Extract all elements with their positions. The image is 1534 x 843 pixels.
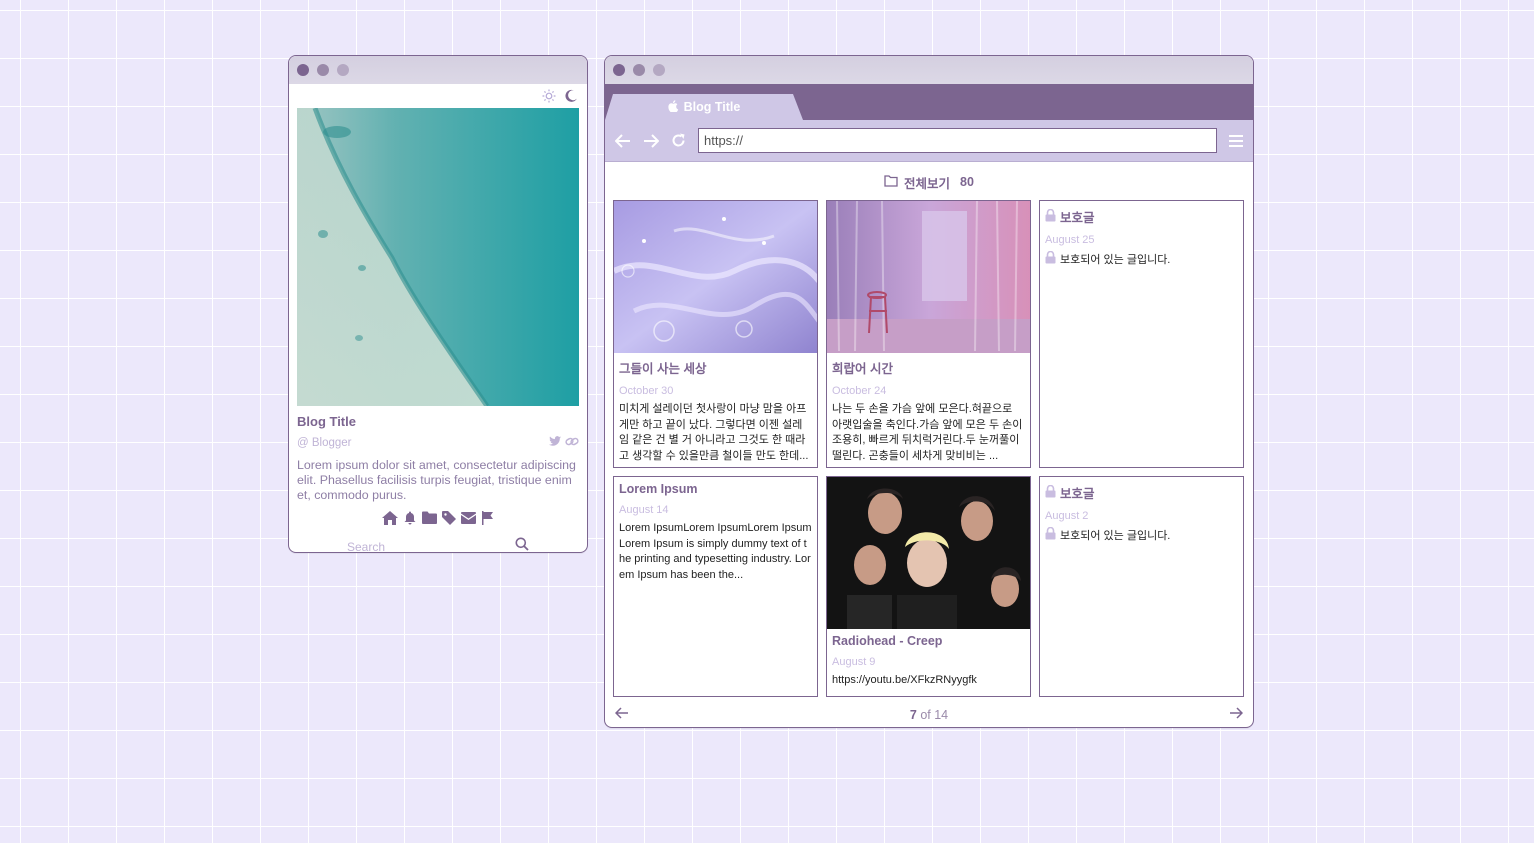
post-card[interactable]: Radiohead - Creep August 9 https://youtu… [826,476,1031,697]
folder-icon[interactable] [422,511,437,530]
page-indicator: 7 of 14 [910,708,948,722]
post-title[interactable]: 그들이 사는 세상 [619,358,812,377]
lock-icon [1045,527,1056,546]
profile-menu [297,511,579,530]
post-excerpt-row: 보호되어 있는 글입니다. [1045,527,1238,546]
post-date: October 30 [619,385,674,397]
post-excerpt: 보호되어 있는 글입니다. [1060,253,1171,266]
post-excerpt: Lorem IpsumLorem IpsumLorem IpsumLorem I… [619,522,812,581]
url-input[interactable] [698,128,1217,153]
category-label[interactable]: 전체보기 [904,173,950,192]
post-thumbnail-band-photo [827,477,1030,629]
post-card[interactable]: Lorem Ipsum August 14 Lorem IpsumLorem I… [613,476,818,697]
social-links [549,434,579,452]
search-icon[interactable] [515,537,529,552]
blogger-handle: @ Blogger [297,437,352,449]
folder-outline-icon [884,174,898,190]
search-row [297,530,579,552]
post-excerpt: 보호되어 있는 글입니다. [1060,529,1171,542]
current-page: 7 [909,707,917,722]
lock-icon [1045,484,1056,501]
home-icon[interactable] [382,511,398,530]
blog-content: 전체보기 80 그들이 사는 세상 October 30 미치게 설레이던 첫사… [605,162,1253,722]
post-body: 보호글 August 2 보호되어 있는 글입니다. [1040,477,1243,546]
post-date: August 2 [1045,510,1089,522]
lock-icon [1045,251,1056,270]
search-input[interactable] [347,539,507,552]
tab-label: Blog Title [683,100,741,114]
pagination: 7 of 14 [613,697,1245,722]
profile-info: Blog Title @ Blogger Lorem ipsum dolor s… [289,406,587,552]
post-excerpt: https://youtu.be/XFkzRNyygfk [832,674,977,686]
post-title[interactable]: 희랍어 시간 [832,358,1025,377]
post-title[interactable]: Lorem Ipsum [619,482,812,496]
post-date: August 14 [619,504,669,516]
post-date: August 9 [832,656,876,668]
minimize-window-button[interactable] [317,64,329,76]
theme-toggles [289,84,587,108]
browser-window: Blog Title 전체보기 80 [604,55,1254,728]
tab-blog[interactable]: Blog Title [605,94,803,120]
minimize-window-button[interactable] [633,64,645,76]
sun-icon[interactable] [542,89,556,103]
category-count: 80 [960,175,974,189]
post-title[interactable]: 보호글 [1060,483,1095,502]
tab-bar: Blog Title [605,84,1253,120]
maximize-window-button[interactable] [653,64,665,76]
profile-window-titlebar [289,56,587,84]
twitter-icon[interactable] [549,434,561,452]
post-excerpt: 나는 두 손을 가슴 앞에 모은다.혀끝으로 아랫입술을 축인다.가슴 앞에 모… [832,403,1023,462]
post-date: October 24 [832,385,887,397]
close-window-button[interactable] [613,64,625,76]
maximize-window-button[interactable] [337,64,349,76]
handle-row: @ Blogger [297,434,579,452]
post-body: 보호글 August 25 보호되어 있는 글입니다. [1040,201,1243,270]
post-title[interactable]: Radiohead - Creep [832,634,1025,648]
post-body: Radiohead - Creep August 9 https://youtu… [827,629,1030,689]
browser-toolbar [605,120,1253,162]
profile-window: Blog Title @ Blogger Lorem ipsum dolor s… [288,55,588,553]
post-body: 그들이 사는 세상 October 30 미치게 설레이던 첫사랑이 마냥 맘을… [614,353,817,464]
reload-icon[interactable] [671,133,686,148]
moon-icon[interactable] [564,89,578,103]
total-pages: of 14 [920,707,949,722]
post-excerpt: 미치게 설레이던 첫사랑이 마냥 맘을 아프게만 하고 끝이 났다. 그렇다면 … [619,403,809,462]
post-thumbnail-curtains [827,201,1030,353]
category-header: 전체보기 80 [613,170,1245,194]
flag-icon[interactable] [481,511,494,530]
post-card-protected[interactable]: 보호글 August 2 보호되어 있는 글입니다. [1039,476,1244,697]
lock-icon [1045,208,1056,225]
link-icon[interactable] [565,434,579,452]
cover-image [297,108,579,406]
post-title-row: 보호글 [1045,207,1238,226]
mail-icon[interactable] [461,511,476,530]
close-window-button[interactable] [297,64,309,76]
tag-icon[interactable] [442,511,456,530]
post-date: August 25 [1045,234,1095,246]
back-arrow-icon[interactable] [615,133,631,148]
next-page-arrow-icon[interactable] [1229,707,1244,722]
post-title-row: 보호글 [1045,483,1238,502]
post-grid: 그들이 사는 세상 October 30 미치게 설레이던 첫사랑이 마냥 맘을… [613,200,1245,697]
post-excerpt-row: 보호되어 있는 글입니다. [1045,251,1238,270]
browser-titlebar [605,56,1253,84]
post-card[interactable]: 희랍어 시간 October 24 나는 두 손을 가슴 앞에 모은다.혀끝으로… [826,200,1031,468]
post-title[interactable]: 보호글 [1060,207,1095,226]
hamburger-menu-icon[interactable] [1229,134,1243,147]
prev-page-arrow-icon[interactable] [614,707,629,722]
bell-icon[interactable] [403,511,417,530]
apple-icon [668,99,679,115]
profile-blog-title[interactable]: Blog Title [297,414,579,429]
post-thumbnail-water [614,201,817,353]
post-card[interactable]: 그들이 사는 세상 October 30 미치게 설레이던 첫사랑이 마냥 맘을… [613,200,818,468]
post-body: 희랍어 시간 October 24 나는 두 손을 가슴 앞에 모은다.혀끝으로… [827,353,1030,464]
post-card-protected[interactable]: 보호글 August 25 보호되어 있는 글입니다. [1039,200,1244,468]
forward-arrow-icon[interactable] [643,133,659,148]
post-body: Lorem Ipsum August 14 Lorem IpsumLorem I… [614,477,817,583]
profile-description: Lorem ipsum dolor sit amet, consectetur … [297,458,576,502]
